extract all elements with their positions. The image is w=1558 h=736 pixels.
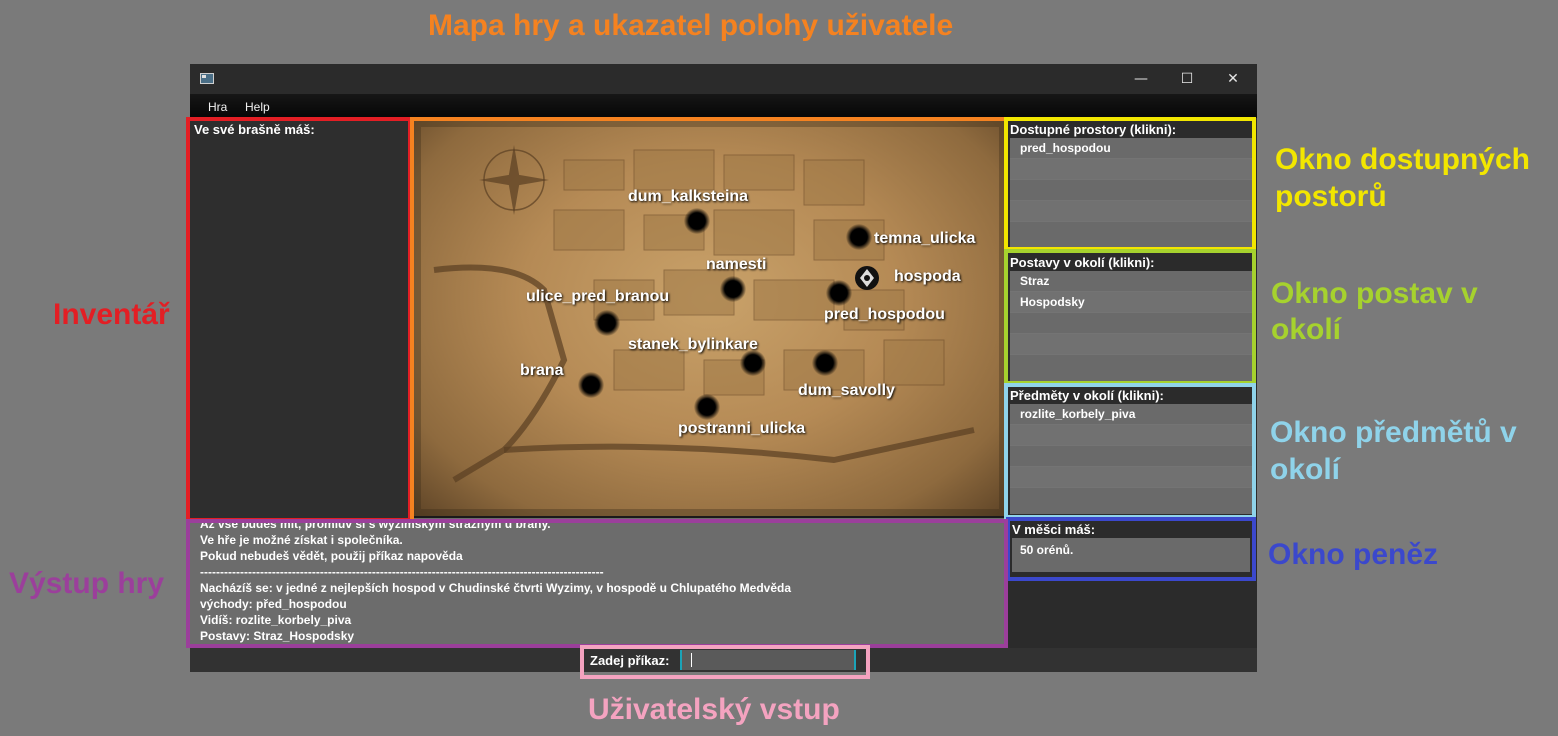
- map-label-brana[interactable]: brana: [520, 362, 564, 380]
- map-marker-dum-savolly: [812, 350, 838, 376]
- game-map: dum_kalksteina temna_ulicka namesti hosp…: [414, 120, 1006, 516]
- spaces-item[interactable]: pred_hospodou: [1010, 138, 1252, 159]
- annotation-items-1: Okno předmětů v: [1270, 416, 1517, 449]
- map-marker-dum-kalksteina: [684, 208, 710, 234]
- menu-help[interactable]: Help: [245, 100, 270, 114]
- menu-bar: Hra Help: [190, 94, 1257, 118]
- map-label-ulice-pred-branou[interactable]: ulice_pred_branou: [526, 288, 669, 306]
- title-bar: — ☐ ✕: [190, 64, 1257, 94]
- output-line: Nacházíš se: v jedné z nejlepších hospod…: [200, 581, 792, 595]
- output-line: Pokud nebudeš vědět, použij příkaz napov…: [200, 549, 463, 563]
- characters-list: Straz Hospodsky: [1010, 271, 1252, 381]
- spaces-empty-row: [1010, 180, 1252, 201]
- items-list: rozlite_korbely_piva: [1010, 404, 1252, 514]
- items-empty-row: [1010, 446, 1252, 467]
- characters-empty-row: [1010, 334, 1252, 355]
- map-label-namesti[interactable]: namesti: [706, 256, 766, 274]
- map-label-temna-ulicka[interactable]: temna_ulicka: [874, 230, 975, 248]
- annotation-characters-2: okolí: [1271, 313, 1342, 346]
- app-icon: [200, 73, 214, 84]
- text-cursor: [691, 653, 692, 667]
- characters-label: Postavy v okolí (klikni):: [1010, 255, 1155, 270]
- map-marker-namesti: [720, 276, 746, 302]
- map-marker-brana: [578, 372, 604, 398]
- output-line: východy: před_hospodou: [200, 597, 347, 611]
- game-output[interactable]: Až vše budeš mít, promluv si s wyzimským…: [190, 518, 1008, 648]
- maximize-button[interactable]: ☐: [1164, 64, 1210, 94]
- map-marker-pred-hospodou: [826, 280, 852, 306]
- annotation-spaces-2: postorů: [1275, 180, 1387, 213]
- characters-item[interactable]: Straz: [1010, 271, 1252, 292]
- output-line: Až vše budeš mít, promluv si s wyzimským…: [200, 518, 551, 531]
- annotation-inventory: Inventář: [53, 298, 170, 331]
- inventory-label: Ve své brašně máš:: [194, 122, 315, 137]
- close-button[interactable]: ✕: [1210, 64, 1256, 94]
- annotation-spaces-1: Okno dostupných: [1275, 143, 1530, 176]
- spaces-empty-row: [1010, 201, 1252, 222]
- annotation-money: Okno peněz: [1268, 538, 1439, 571]
- map-marker-temna-ulicka: [846, 224, 872, 250]
- output-line: Ve hře je možné získat i společníka.: [200, 533, 403, 547]
- map-marker-ulice-pred-branou: [594, 310, 620, 336]
- output-line: Vidíš: rozlite_korbely_piva: [200, 613, 352, 627]
- annotation-characters-1: Okno postav v: [1271, 277, 1478, 310]
- map-marker-postranni-ulicka: [694, 394, 720, 420]
- annotation-output: Výstup hry: [9, 567, 165, 600]
- items-label: Předměty v okolí (klikni):: [1010, 388, 1164, 403]
- items-empty-row: [1010, 425, 1252, 446]
- inventory-panel: Ve své brašně máš:: [190, 118, 412, 518]
- input-row: Zadej příkaz:: [190, 648, 1257, 672]
- map-label-dum-savolly[interactable]: dum_savolly: [798, 382, 895, 400]
- menu-hra[interactable]: Hra: [208, 100, 227, 114]
- annotation-input: Uživatelský vstup: [588, 693, 840, 726]
- annotation-map: Mapa hry a ukazatel polohy uživatele: [428, 9, 954, 42]
- money-label: V měšci máš:: [1012, 522, 1096, 537]
- map-label-stanek-bylinkare[interactable]: stanek_bylinkare: [628, 336, 758, 354]
- map-label-pred-hospodou[interactable]: pred_hospodou: [824, 306, 945, 324]
- app-window: — ☐ ✕ Hra Help Ve své brašně máš: dum_ka…: [190, 64, 1257, 672]
- map-label-dum-kalksteina[interactable]: dum_kalksteina: [628, 188, 748, 206]
- map-label-hospoda[interactable]: hospoda: [894, 268, 961, 286]
- minimize-button[interactable]: —: [1118, 64, 1164, 94]
- command-label: Zadej příkaz:: [590, 653, 670, 668]
- items-empty-row: [1010, 467, 1252, 488]
- money-box: 50 orénů.: [1012, 538, 1250, 572]
- money-value: 50 orénů.: [1020, 543, 1074, 557]
- characters-empty-row: [1010, 313, 1252, 334]
- items-item[interactable]: rozlite_korbely_piva: [1010, 404, 1252, 425]
- map-label-postranni-ulicka[interactable]: postranni_ulicka: [678, 420, 805, 438]
- player-location-icon: [855, 266, 879, 290]
- spaces-empty-row: [1010, 159, 1252, 180]
- spaces-list: pred_hospodou: [1010, 138, 1252, 248]
- output-line: Postavy: Straz_Hospodsky: [200, 629, 355, 643]
- characters-item[interactable]: Hospodsky: [1010, 292, 1252, 313]
- output-line: ----------------------------------------…: [200, 565, 604, 579]
- spaces-label: Dostupné prostory (klikni):: [1010, 122, 1177, 137]
- annotation-items-2: okolí: [1270, 453, 1341, 486]
- command-input[interactable]: [680, 650, 856, 670]
